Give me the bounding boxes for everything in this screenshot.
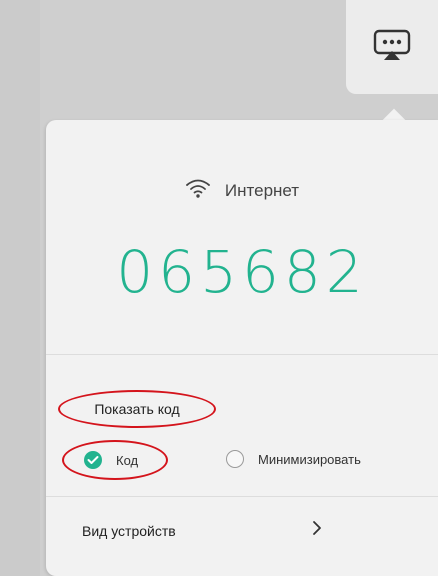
wifi-icon (185, 178, 211, 203)
connection-panel: Интернет 065682 Показать код Код Минимиз… (46, 108, 438, 576)
divider (46, 354, 438, 355)
divider (46, 496, 438, 497)
option-minimize-radio[interactable]: Минимизировать (226, 450, 361, 468)
network-status: Интернет (46, 178, 438, 203)
chevron-right-icon (312, 520, 322, 541)
background-left-strip (0, 0, 40, 576)
panel-body: Интернет 065682 Показать код Код Минимиз… (46, 120, 438, 576)
network-label: Интернет (224, 180, 300, 200)
cast-button[interactable] (346, 0, 438, 94)
check-circle-icon (84, 451, 102, 469)
show-code-heading: Показать код (58, 390, 216, 428)
pairing-code: 065682 (116, 238, 368, 306)
device-view-row[interactable]: Вид устройств (82, 520, 322, 541)
cast-dots-icon (372, 28, 412, 67)
option-code-radio[interactable]: Код (62, 440, 168, 480)
radio-empty-icon (226, 450, 244, 468)
show-code-label: Показать код (94, 401, 180, 417)
option-code-label: Код (116, 452, 139, 468)
option-minimize-label: Минимизировать (258, 451, 361, 467)
device-view-label: Вид устройств (82, 522, 176, 539)
